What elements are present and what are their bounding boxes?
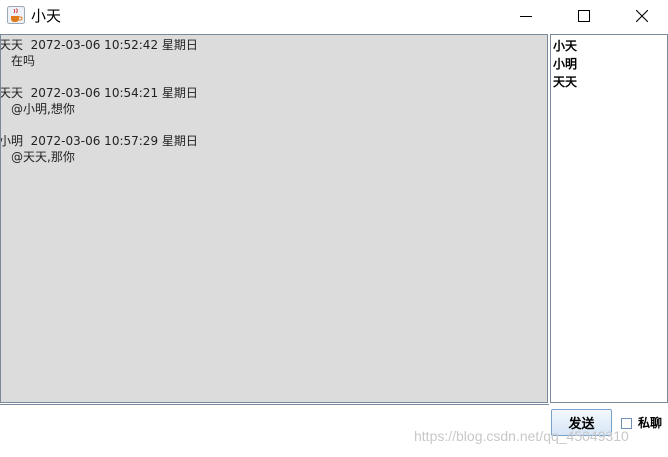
maximize-icon [578,10,590,22]
watermark-text: https://blog.csdn.net/qq_45049310 [414,428,629,444]
window-title: 小天 [31,7,62,25]
message-text: @天天,那你 [11,150,75,164]
user-list-item[interactable]: 天天 [553,74,577,90]
private-chat-label: 私聊 [638,416,663,430]
close-button[interactable] [619,0,665,32]
user-list-item[interactable]: 小明 [553,56,577,72]
message-header: 小明 2072-03-06 10:57:29 星期日 [0,134,198,148]
minimize-button[interactable] [503,0,549,32]
message-text: @小明,想你 [11,102,75,116]
message-header: 天天 2072-03-06 10:52:42 星期日 [0,38,198,52]
online-user-list[interactable]: 小天 小明 天天 [550,34,668,403]
java-cup-icon [7,6,25,24]
user-list-item[interactable]: 小天 [553,38,577,54]
message-header: 天天 2072-03-06 10:54:21 星期日 [0,86,198,100]
message-text: 在吗 [11,54,36,68]
maximize-button[interactable] [561,0,607,32]
minimize-icon [520,16,532,17]
close-icon [636,10,648,22]
title-bar: 小天 [0,0,668,32]
chat-history-area[interactable]: 天天 2072-03-06 10:52:42 星期日 在吗 天天 2072-03… [0,34,548,403]
